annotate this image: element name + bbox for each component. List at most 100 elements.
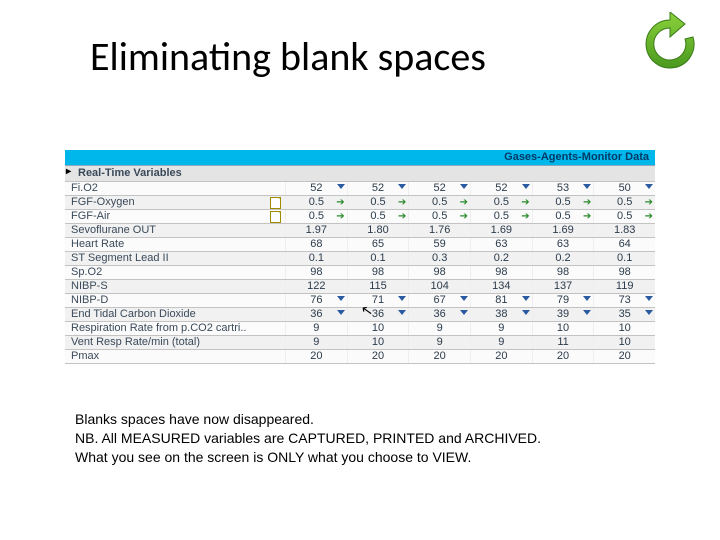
triangle-icon: [460, 184, 468, 189]
table-cell: 68: [285, 238, 347, 251]
table-cell: 9: [285, 322, 347, 335]
table-row: FGF-Oxygen0.5➔0.5➔0.5➔0.5➔0.5➔0.5➔: [65, 196, 655, 210]
table-cell: 0.2: [470, 252, 532, 265]
table-cell: 11: [532, 336, 594, 349]
arrow-right-icon: ➔: [460, 212, 468, 222]
table-cell: 0.1: [593, 252, 655, 265]
table-cell: 1.69: [532, 224, 594, 237]
table-cell: 53: [532, 182, 594, 195]
table-cell: 76: [285, 294, 347, 307]
arrow-right-icon: ➔: [398, 212, 406, 222]
table-cell: 36: [408, 308, 470, 321]
table-cell: 20: [408, 350, 470, 363]
table-cell: 1.83: [593, 224, 655, 237]
triangle-icon: [522, 296, 530, 301]
table-cell: 9: [285, 336, 347, 349]
table-cell: 0.5➔: [532, 196, 594, 209]
table-cell: 36: [347, 308, 409, 321]
refresh-icon[interactable]: [638, 12, 702, 76]
row-label: FGF-Air: [65, 210, 285, 223]
row-label: Vent Resp Rate/min (total): [65, 336, 285, 349]
table-cell: 104: [408, 280, 470, 293]
table-cell: 0.5➔: [593, 210, 655, 223]
expand-marker[interactable]: ▸: [65, 166, 74, 181]
row-label: NIBP-S: [65, 280, 285, 293]
subsection-header: ▸ Real-Time Variables: [65, 166, 655, 182]
table-row: Respiration Rate from p.CO2 cartri..9109…: [65, 322, 655, 336]
row-label: Heart Rate: [65, 238, 285, 251]
table-cell: 1.76: [408, 224, 470, 237]
table-cell: 115: [347, 280, 409, 293]
table-row: Sevoflurane OUT1.971.801.761.691.691.83: [65, 224, 655, 238]
triangle-icon: [583, 310, 591, 315]
caption-text: Blanks spaces have now disappeared. NB. …: [75, 410, 541, 467]
row-label: End Tidal Carbon Dioxide: [65, 308, 285, 321]
triangle-icon: [337, 310, 345, 315]
table-cell: 9: [408, 322, 470, 335]
table-cell: 137: [532, 280, 594, 293]
arrow-right-icon: ➔: [521, 198, 529, 208]
table-cell: 10: [593, 322, 655, 335]
table-row: Pmax202020202020: [65, 350, 655, 364]
table-cell: 98: [408, 266, 470, 279]
arrow-right-icon: ➔: [460, 198, 468, 208]
triangle-icon: [460, 296, 468, 301]
row-label: Fi.O2: [65, 182, 285, 195]
table-cell: 20: [347, 350, 409, 363]
table-cell: 119: [593, 280, 655, 293]
row-label: Respiration Rate from p.CO2 cartri..: [65, 322, 285, 335]
table-cell: 64: [593, 238, 655, 251]
table-cell: 10: [347, 322, 409, 335]
arrow-right-icon: ➔: [336, 198, 344, 208]
table-cell: 98: [470, 266, 532, 279]
table-cell: 0.1: [285, 252, 347, 265]
triangle-icon: [522, 184, 530, 189]
table-cell: 35: [593, 308, 655, 321]
arrow-right-icon: ➔: [583, 212, 591, 222]
row-label: Sevoflurane OUT: [65, 224, 285, 237]
table-cell: 79: [532, 294, 594, 307]
table-cell: 0.5➔: [593, 196, 655, 209]
document-icon: [270, 211, 281, 223]
table-cell: 0.5➔: [347, 210, 409, 223]
table-cell: 36: [285, 308, 347, 321]
table-cell: 98: [347, 266, 409, 279]
table-cell: 63: [532, 238, 594, 251]
arrow-right-icon: ➔: [521, 212, 529, 222]
triangle-icon: [583, 296, 591, 301]
table-cell: 63: [470, 238, 532, 251]
table-cell: 39: [532, 308, 594, 321]
table-cell: 59: [408, 238, 470, 251]
page-title: Eliminating blank spaces: [90, 32, 486, 81]
triangle-icon: [398, 296, 406, 301]
table-cell: 122: [285, 280, 347, 293]
table-row: ST Segment Lead II0.10.10.30.20.20.1: [65, 252, 655, 266]
table-cell: 1.80: [347, 224, 409, 237]
table-cell: 52: [285, 182, 347, 195]
table-cell: 9: [470, 336, 532, 349]
table-cell: 0.5➔: [408, 210, 470, 223]
table-cell: 9: [408, 336, 470, 349]
table-cell: 1.97: [285, 224, 347, 237]
table-cell: 0.5➔: [285, 196, 347, 209]
table-cell: 81: [470, 294, 532, 307]
section-header: Gases-Agents-Monitor Data: [65, 150, 655, 166]
table-cell: 0.5➔: [347, 196, 409, 209]
table-cell: 52: [347, 182, 409, 195]
table-cell: 0.2: [532, 252, 594, 265]
triangle-icon: [460, 310, 468, 315]
table-cell: 20: [285, 350, 347, 363]
row-label: NIBP-D: [65, 294, 285, 307]
triangle-icon: [398, 184, 406, 189]
table-cell: 0.5➔: [470, 210, 532, 223]
caption-line: Blanks spaces have now disappeared.: [75, 410, 541, 429]
table-cell: 134: [470, 280, 532, 293]
table-cell: 1.69: [470, 224, 532, 237]
table-cell: 0.5➔: [470, 196, 532, 209]
cursor-icon: ↖: [360, 302, 374, 318]
table-row: Sp.O2989898989898: [65, 266, 655, 280]
table-cell: 52: [470, 182, 532, 195]
table-cell: 20: [593, 350, 655, 363]
table-cell: 9: [470, 322, 532, 335]
arrow-right-icon: ➔: [645, 198, 653, 208]
